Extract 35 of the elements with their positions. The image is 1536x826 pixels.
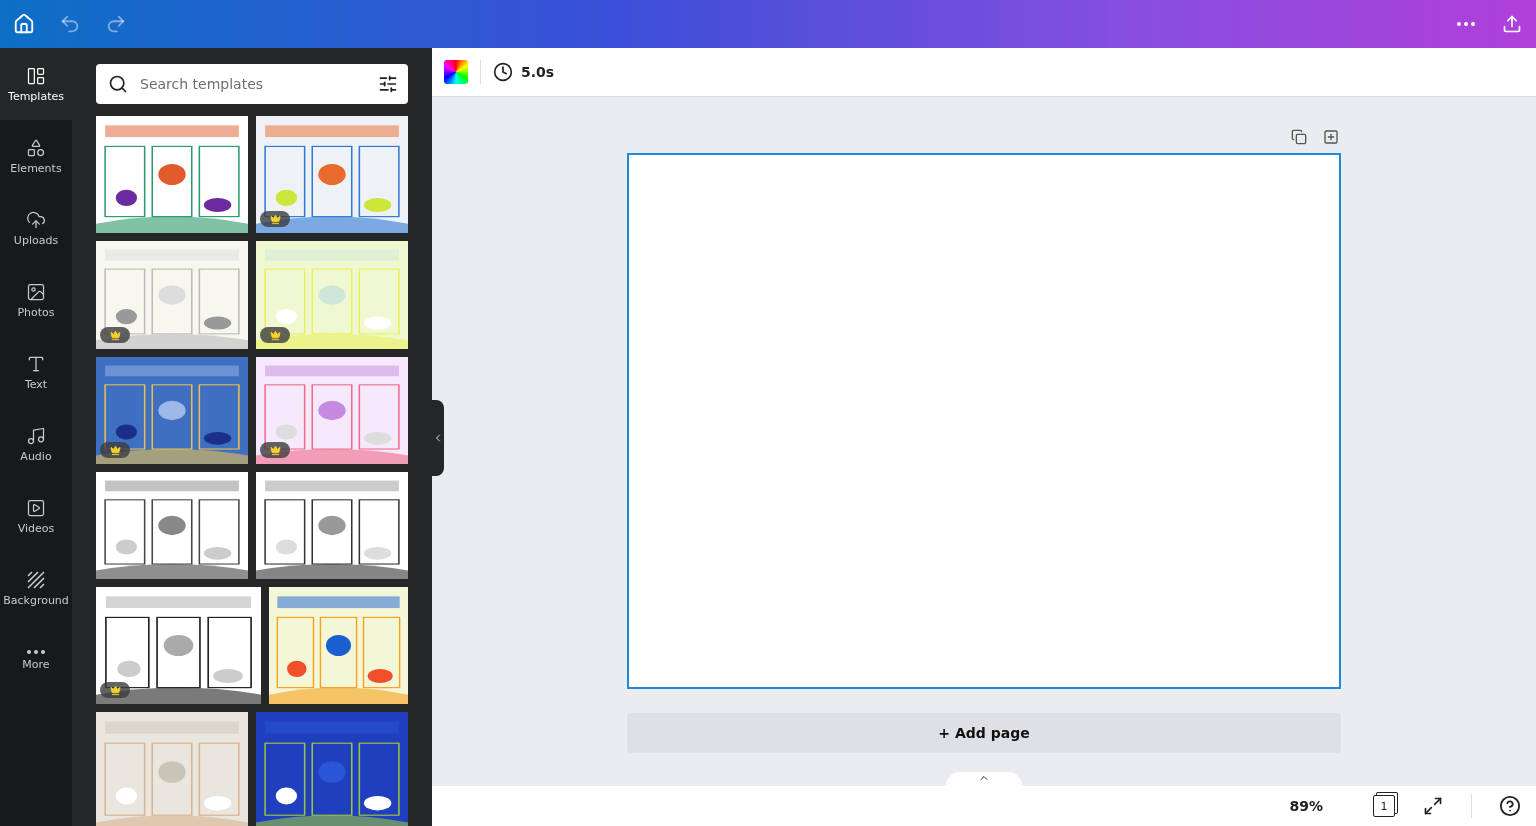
cloud-upload-icon bbox=[26, 209, 46, 230]
crown-icon bbox=[109, 684, 121, 696]
more-icon bbox=[1457, 22, 1475, 26]
duration-button[interactable]: 5.0s bbox=[493, 62, 555, 82]
more-icon bbox=[27, 649, 45, 654]
duplicate-page-icon[interactable] bbox=[1291, 129, 1307, 145]
collapse-panel-button[interactable] bbox=[432, 400, 444, 476]
zoom-level[interactable]: 89% bbox=[1289, 798, 1323, 814]
search-bar[interactable]: Search templates bbox=[96, 64, 408, 104]
shapes-icon bbox=[26, 137, 46, 158]
crown-icon bbox=[109, 444, 121, 456]
sidebar-tab[interactable]: Templates bbox=[0, 48, 72, 120]
add-page-icon[interactable] bbox=[1323, 129, 1339, 145]
redo-icon bbox=[105, 13, 127, 35]
crown-icon bbox=[269, 329, 281, 341]
page-count-button[interactable]: 1 bbox=[1373, 795, 1395, 817]
search-icon bbox=[108, 74, 128, 94]
clock-icon bbox=[493, 62, 513, 82]
search-field[interactable]: Search templates bbox=[138, 75, 368, 93]
music-note-icon bbox=[26, 425, 46, 446]
undo-icon bbox=[59, 13, 81, 35]
crown-icon bbox=[269, 213, 281, 225]
image-icon bbox=[26, 281, 46, 302]
crown-icon bbox=[109, 329, 121, 341]
help-icon bbox=[1499, 795, 1521, 817]
color-picker[interactable] bbox=[444, 60, 468, 84]
play-icon bbox=[26, 497, 46, 518]
expand-icon bbox=[1423, 796, 1443, 816]
filter-icon[interactable] bbox=[378, 74, 398, 94]
upload-icon bbox=[1502, 14, 1522, 34]
add-page-button[interactable]: + Add page bbox=[627, 713, 1341, 753]
crown-icon bbox=[269, 444, 281, 456]
home-icon bbox=[13, 13, 35, 35]
stripes-icon bbox=[26, 569, 46, 590]
layout-icon bbox=[26, 65, 46, 86]
